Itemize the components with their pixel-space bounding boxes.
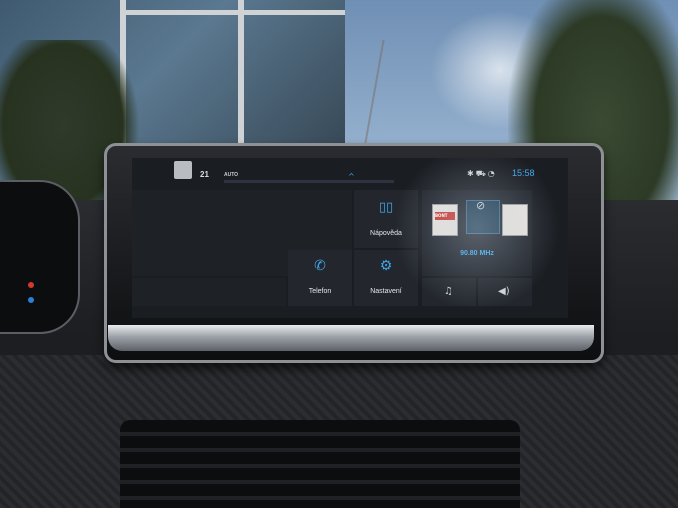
station-logo-text: BONT [435, 213, 448, 218]
station-logo-left[interactable]: BONT [432, 204, 458, 236]
climate-mode-label: AUTO [224, 172, 239, 178]
chevron-up-icon[interactable]: ^ [348, 172, 355, 181]
status-icons: ✱⛟◔ [467, 169, 497, 179]
bare-tree [361, 40, 445, 160]
temperature-value[interactable]: 21 [200, 170, 209, 179]
phone-label: Telefon [308, 288, 332, 295]
blank-widget-bottom [132, 278, 286, 306]
station-logo-right[interactable] [502, 204, 528, 236]
instrument-cluster [0, 180, 80, 334]
help-tile[interactable]: ▯▯ Nápověda [354, 190, 418, 248]
settings-label: Nastavení [370, 288, 402, 295]
status-line [224, 180, 394, 183]
bluetooth-icon: ✱ [467, 169, 476, 178]
media-source-button[interactable]: ♫ [422, 278, 476, 306]
settings-tile[interactable]: ⚙ Nastavení [354, 250, 418, 306]
mute-icon: ⊘ [476, 199, 486, 212]
speaker-icon: ◀) [498, 286, 510, 297]
car-interior-photo: 21 AUTO ^ ✱⛟◔ 15:58 ▯▯ Nápověda ✆ Telefo… [0, 0, 678, 508]
air-vent [120, 420, 520, 508]
radio-tile[interactable]: BONT ⊘ 90.80 MHz [422, 190, 532, 276]
phone-tile[interactable]: ✆ Telefon [288, 250, 352, 306]
infotainment-screen: 21 AUTO ^ ✱⛟◔ 15:58 ▯▯ Nápověda ✆ Telefo… [132, 158, 568, 318]
radio-frequency: 90.80 MHz [460, 250, 494, 257]
current-station-logo[interactable]: ⊘ [466, 199, 500, 234]
gear-icon: ⚙ [379, 258, 393, 274]
clock: 15:58 [512, 168, 535, 178]
phone-icon: ✆ [314, 258, 326, 274]
help-label: Nápověda [370, 230, 402, 237]
status-bar: 21 AUTO ^ ✱⛟◔ 15:58 [132, 158, 568, 188]
music-note-icon: ♫ [444, 286, 453, 297]
book-icon: ▯▯ [378, 200, 394, 215]
car-icon: ⛟ [475, 169, 488, 178]
signal-icon: ◔ [487, 169, 497, 178]
volume-button[interactable]: ◀) [478, 278, 532, 306]
chrome-trim [108, 325, 594, 351]
home-button[interactable] [174, 161, 192, 179]
